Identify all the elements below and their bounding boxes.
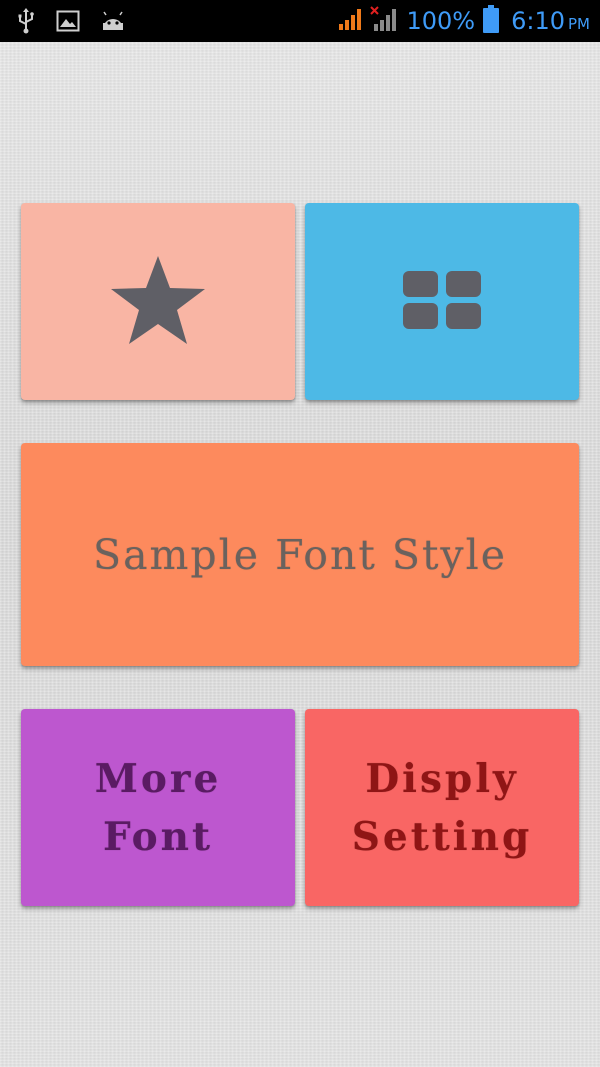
grid-tile[interactable]: [305, 203, 579, 400]
clock-ampm: PM: [568, 15, 590, 33]
battery-icon: [483, 5, 500, 37]
android-icon: [100, 11, 126, 35]
more-font-label-line2: Font: [103, 813, 213, 860]
clock: 6:10 PM: [511, 7, 590, 35]
no-signal-icon: [370, 5, 398, 37]
signal-icon: [338, 6, 364, 36]
more-font-label-line1: More: [94, 755, 222, 802]
usb-icon: [16, 8, 36, 38]
more-font-button[interactable]: More Font: [21, 709, 295, 906]
status-notifications: [16, 8, 146, 38]
display-setting-label-line2: Setting: [351, 813, 533, 860]
clock-time: 6:10: [511, 7, 565, 35]
image-icon: [56, 10, 80, 36]
sample-font-text: Sample Font Style: [93, 530, 507, 579]
favorites-tile[interactable]: [21, 203, 295, 400]
grid-icon: [402, 270, 482, 334]
star-icon: [108, 252, 208, 352]
status-bar: 100% 6:10 PM: [0, 0, 600, 42]
status-indicators: 100% 6:10 PM: [338, 0, 590, 42]
battery-percent: 100%: [406, 7, 476, 35]
display-setting-label-line1: Disply: [365, 755, 519, 802]
display-setting-button[interactable]: Disply Setting: [305, 709, 579, 906]
sample-font-style-tile[interactable]: Sample Font Style: [21, 443, 579, 666]
